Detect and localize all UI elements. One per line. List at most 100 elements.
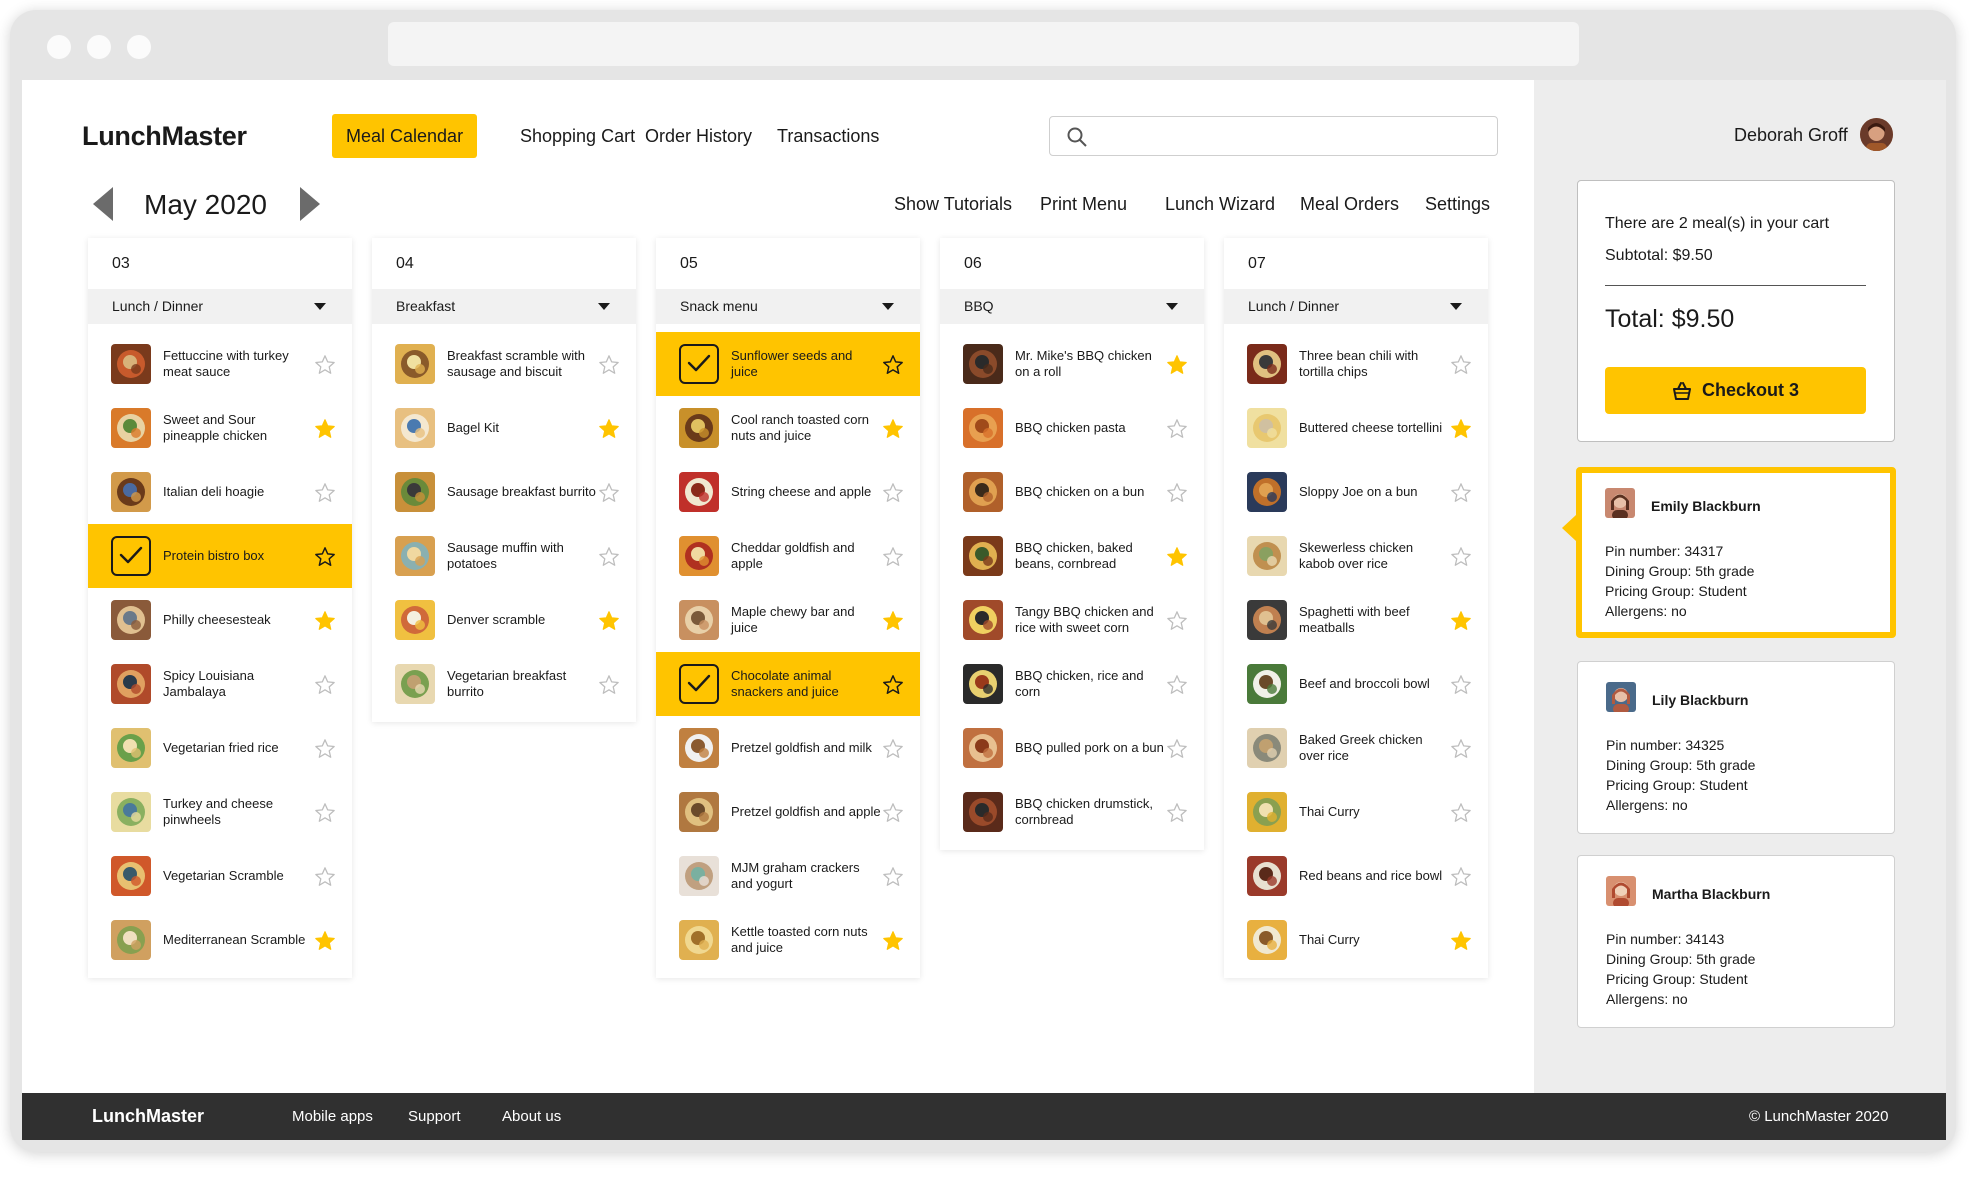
star-icon[interactable] [1166, 610, 1188, 632]
star-icon[interactable] [1450, 738, 1472, 760]
star-icon[interactable] [314, 866, 336, 888]
chevron-left-icon[interactable] [93, 187, 113, 221]
star-icon[interactable] [1166, 354, 1188, 376]
meal-type-select[interactable]: Breakfast [372, 289, 636, 324]
star-icon[interactable] [598, 610, 620, 632]
window-close-dot[interactable] [47, 35, 71, 59]
menu-item-red-beans-and-rice-bowl[interactable]: Red beans and rice bowl [1224, 844, 1488, 908]
star-icon[interactable] [882, 930, 904, 952]
selected-checkbox[interactable] [679, 344, 719, 384]
menu-item-pretzel-goldfish-and-milk[interactable]: Pretzel goldfish and milk [656, 716, 920, 780]
star-icon[interactable] [314, 930, 336, 952]
star-icon[interactable] [882, 610, 904, 632]
star-icon[interactable] [882, 802, 904, 824]
menu-item-mediterranean-scramble[interactable]: Mediterranean Scramble [88, 908, 352, 972]
star-icon[interactable] [882, 866, 904, 888]
menu-item-thai-curry[interactable]: Thai Curry [1224, 908, 1488, 972]
footer-logo[interactable]: LunchMaster [92, 1106, 204, 1127]
menu-item-sloppy-joe-on-a-bun[interactable]: Sloppy Joe on a bun [1224, 460, 1488, 524]
address-bar[interactable] [388, 22, 1579, 66]
selected-checkbox[interactable] [111, 536, 151, 576]
star-icon[interactable] [598, 354, 620, 376]
menu-item-buttered-cheese-tortellini[interactable]: Buttered cheese tortellini [1224, 396, 1488, 460]
student-card-martha-blackburn[interactable]: Martha Blackburn Pin number: 34143 Dining … [1577, 855, 1895, 1028]
star-icon[interactable] [1450, 610, 1472, 632]
menu-item-sausage-breakfast-burrito[interactable]: Sausage breakfast burrito [372, 460, 636, 524]
menu-item-mr-mike-s-bbq-chicken-on-a-roll[interactable]: Mr. Mike's BBQ chicken on a roll [940, 332, 1204, 396]
star-icon[interactable] [314, 546, 336, 568]
star-icon[interactable] [314, 802, 336, 824]
star-icon[interactable] [314, 354, 336, 376]
star-icon[interactable] [1450, 674, 1472, 696]
star-icon[interactable] [1450, 930, 1472, 952]
window-minimize-dot[interactable] [87, 35, 111, 59]
menu-item-maple-chewy-bar-and-juice[interactable]: Maple chewy bar and juice [656, 588, 920, 652]
footer-link-support[interactable]: Support [408, 1108, 461, 1125]
star-icon[interactable] [598, 418, 620, 440]
menu-item-bbq-pulled-pork-on-a-bun[interactable]: BBQ pulled pork on a bun [940, 716, 1204, 780]
menu-item-cool-ranch-toasted-corn-nuts-and-juice[interactable]: Cool ranch toasted corn nuts and juice [656, 396, 920, 460]
menu-item-string-cheese-and-apple[interactable]: String cheese and apple [656, 460, 920, 524]
star-icon[interactable] [1166, 674, 1188, 696]
star-icon[interactable] [314, 482, 336, 504]
footer-link-mobile-apps[interactable]: Mobile apps [292, 1108, 373, 1125]
menu-item-denver-scramble[interactable]: Denver scramble [372, 588, 636, 652]
menu-item-spaghetti-with-beef-meatballs[interactable]: Spaghetti with beef meatballs [1224, 588, 1488, 652]
menu-item-sausage-muffin-with-potatoes[interactable]: Sausage muffin with potatoes [372, 524, 636, 588]
menu-item-tangy-bbq-chicken-and-rice-with-sweet-corn[interactable]: Tangy BBQ chicken and rice with sweet co… [940, 588, 1204, 652]
tab-shopping-cart[interactable]: Shopping Cart [506, 114, 649, 158]
meal-type-select[interactable]: Lunch / Dinner [88, 289, 352, 324]
student-card-emily-blackburn[interactable]: Emily Blackburn Pin number: 34317 Dining G… [1576, 467, 1896, 638]
window-maximize-dot[interactable] [127, 35, 151, 59]
menu-item-bbq-chicken-rice-and-corn[interactable]: BBQ chicken, rice and corn [940, 652, 1204, 716]
menu-item-skewerless-chicken-kabob-over-rice[interactable]: Skewerless chicken kabob over rice [1224, 524, 1488, 588]
menu-item-beef-and-broccoli-bowl[interactable]: Beef and broccoli bowl [1224, 652, 1488, 716]
menu-item-bbq-chicken-pasta[interactable]: BBQ chicken pasta [940, 396, 1204, 460]
tab-meal-calendar[interactable]: Meal Calendar [332, 114, 478, 158]
star-icon[interactable] [1450, 802, 1472, 824]
menu-item-vegetarian-fried-rice[interactable]: Vegetarian fried rice [88, 716, 352, 780]
star-icon[interactable] [598, 482, 620, 504]
star-icon[interactable] [882, 482, 904, 504]
app-logo[interactable]: LunchMaster [82, 121, 247, 152]
menu-item-cheddar-goldfish-and-apple[interactable]: Cheddar goldfish and apple [656, 524, 920, 588]
checkout-button[interactable]: Checkout 3 [1605, 367, 1866, 414]
menu-item-baked-greek-chicken-over-rice[interactable]: Baked Greek chicken over rice [1224, 716, 1488, 780]
star-icon[interactable] [882, 418, 904, 440]
star-icon[interactable] [882, 354, 904, 376]
show-tutorials-link[interactable]: Show Tutorials [894, 194, 1012, 215]
menu-item-bbq-chicken-on-a-bun[interactable]: BBQ chicken on a bun [940, 460, 1204, 524]
star-icon[interactable] [1166, 418, 1188, 440]
tab-order-history[interactable]: Order History [631, 114, 766, 158]
meal-type-select[interactable]: BBQ [940, 289, 1204, 324]
menu-item-vegetarian-breakfast-burrito[interactable]: Vegetarian breakfast burrito [372, 652, 636, 716]
star-icon[interactable] [1450, 546, 1472, 568]
menu-item-kettle-toasted-corn-nuts-and-juice[interactable]: Kettle toasted corn nuts and juice [656, 908, 920, 972]
menu-item-mjm-graham-crackers-and-yogurt[interactable]: MJM graham crackers and yogurt [656, 844, 920, 908]
menu-item-fettuccine-with-turkey-meat-sauce[interactable]: Fettuccine with turkey meat sauce [88, 332, 352, 396]
star-icon[interactable] [314, 418, 336, 440]
menu-item-bagel-kit[interactable]: Bagel Kit [372, 396, 636, 460]
footer-link-about-us[interactable]: About us [502, 1108, 561, 1125]
star-icon[interactable] [598, 546, 620, 568]
star-icon[interactable] [882, 546, 904, 568]
menu-item-sweet-and-sour-pineapple-chicken[interactable]: Sweet and Sour pineapple chicken [88, 396, 352, 460]
user-avatar[interactable] [1860, 118, 1893, 151]
lunch-wizard-link[interactable]: Lunch Wizard [1165, 194, 1275, 215]
selected-checkbox[interactable] [679, 664, 719, 704]
tab-transactions[interactable]: Transactions [763, 114, 893, 158]
menu-item-bbq-chicken-baked-beans-cornbread[interactable]: BBQ chicken, baked beans, cornbread [940, 524, 1204, 588]
settings-link[interactable]: Settings [1425, 194, 1490, 215]
menu-item-chocolate-animal-snackers-and-juice[interactable]: Chocolate animal snackers and juice [656, 652, 920, 716]
menu-item-pretzel-goldfish-and-apple[interactable]: Pretzel goldfish and apple [656, 780, 920, 844]
print-menu-link[interactable]: Print Menu [1040, 194, 1127, 215]
search-input[interactable] [1049, 116, 1498, 156]
star-icon[interactable] [1166, 738, 1188, 760]
menu-item-three-bean-chili-with-tortilla-chips[interactable]: Three bean chili with tortilla chips [1224, 332, 1488, 396]
star-icon[interactable] [314, 674, 336, 696]
star-icon[interactable] [314, 738, 336, 760]
chevron-right-icon[interactable] [300, 187, 320, 221]
meal-type-select[interactable]: Lunch / Dinner [1224, 289, 1488, 324]
user-name[interactable]: Deborah Groff [1734, 125, 1848, 146]
menu-item-sunflower-seeds-and-juice[interactable]: Sunflower seeds and juice [656, 332, 920, 396]
